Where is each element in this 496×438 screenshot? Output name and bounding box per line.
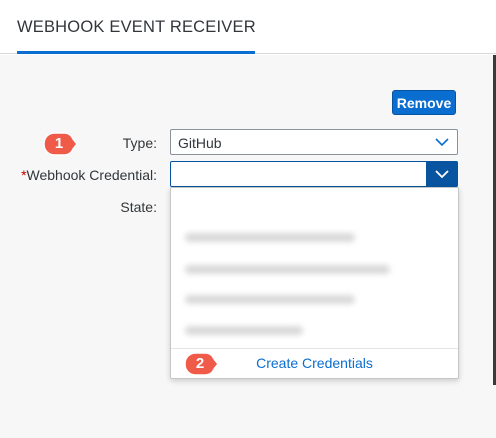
page-title: WEBHOOK EVENT RECEIVER (17, 18, 256, 36)
webhook-credential-label: *Webhook Credential: (10, 167, 157, 183)
type-select[interactable]: GitHub (170, 129, 458, 155)
webhook-credential-select[interactable] (170, 161, 458, 187)
list-item[interactable] (185, 265, 390, 274)
callout-badge-2: 2 (183, 350, 219, 378)
state-label: State: (120, 199, 157, 215)
remove-button[interactable]: Remove (392, 90, 456, 115)
webhook-credential-label-text: Webhook Credential: (26, 167, 157, 183)
chevron-down-icon[interactable] (426, 161, 458, 187)
list-item[interactable] (185, 233, 355, 242)
callout-badge-1: 1 (42, 130, 78, 158)
page-header: WEBHOOK EVENT RECEIVER (0, 0, 496, 54)
chevron-down-icon[interactable] (427, 130, 457, 154)
list-item[interactable] (185, 295, 355, 304)
list-item[interactable] (185, 326, 303, 335)
callout-number-1: 1 (54, 135, 64, 152)
title-underline (17, 51, 255, 54)
type-select-value: GitHub (178, 135, 222, 151)
dropdown-divider (171, 348, 458, 349)
callout-number-2: 2 (195, 355, 205, 372)
